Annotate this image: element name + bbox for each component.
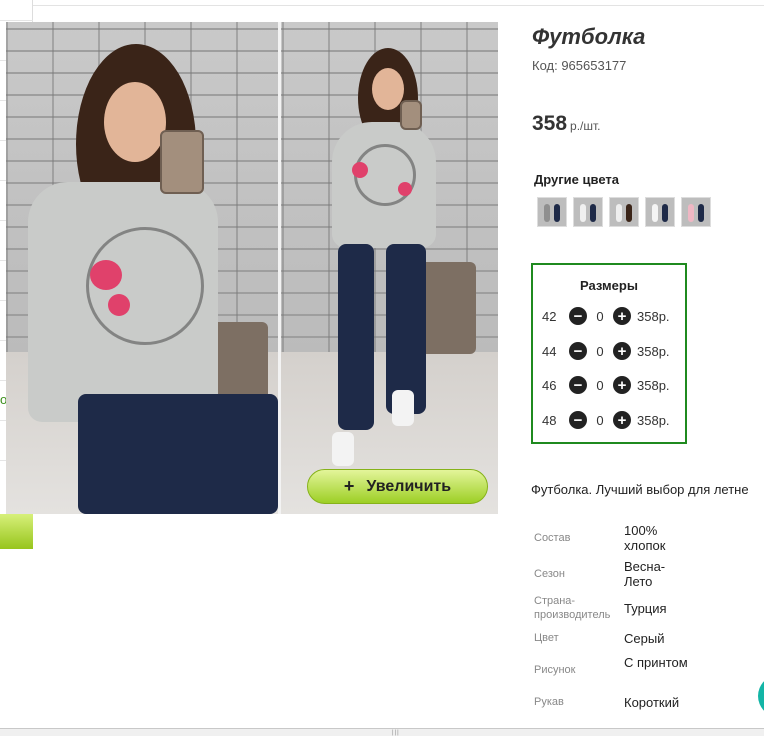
attr-value: С принтом xyxy=(624,655,688,670)
model-jeans-leg xyxy=(338,244,374,430)
plus-icon[interactable]: + xyxy=(613,307,631,325)
sidebar-divider xyxy=(0,20,33,21)
top-divider xyxy=(33,5,764,6)
attr-value: Весна-Лето xyxy=(624,559,666,589)
size-row: 48 − 0 + 358р. xyxy=(542,410,682,430)
product-page: o + Увеличить Футболка Код: 965653177 35… xyxy=(0,0,764,736)
size-label: 44 xyxy=(542,343,557,359)
plus-icon: + xyxy=(343,476,355,496)
size-label: 42 xyxy=(542,308,557,324)
quantity-value[interactable]: 0 xyxy=(587,413,613,428)
size-label: 46 xyxy=(542,377,557,393)
color-swatch-5[interactable] xyxy=(681,197,711,227)
minus-icon[interactable]: − xyxy=(569,307,587,325)
attr-label: Сезон xyxy=(534,568,565,580)
price-value: 358 xyxy=(532,112,568,135)
color-swatch-3[interactable] xyxy=(609,197,639,227)
color-swatches xyxy=(537,197,711,227)
model-jeans-leg xyxy=(386,244,426,414)
attr-label: Страна-производитель xyxy=(534,595,611,621)
size-row: 44 − 0 + 358р. xyxy=(542,341,682,361)
product-title: Футболка xyxy=(532,24,646,49)
model-sneaker xyxy=(332,432,354,466)
product-code: Код: 965653177 xyxy=(532,58,627,73)
price-unit: р./шт. xyxy=(570,119,601,133)
product-price: 358 р./шт. xyxy=(532,112,601,136)
attr-label: Рисунок xyxy=(534,664,576,676)
chat-widget-button[interactable] xyxy=(758,675,764,717)
quantity-value[interactable]: 0 xyxy=(587,344,613,359)
product-photo[interactable] xyxy=(6,22,498,514)
minus-icon[interactable]: − xyxy=(569,411,587,429)
attr-value: Короткий xyxy=(624,695,680,710)
zoom-button-label: Увеличить xyxy=(366,477,452,495)
zoom-button[interactable]: + Увеличить xyxy=(307,469,488,504)
print-rose xyxy=(352,162,368,178)
attr-value: Серый xyxy=(624,631,665,646)
size-price: 358р. xyxy=(637,377,670,393)
scrollbar-grip-icon[interactable]: ||| xyxy=(392,730,400,736)
quantity-value[interactable]: 0 xyxy=(587,378,613,393)
attr-label: Рукав xyxy=(534,696,564,708)
color-swatch-4[interactable] xyxy=(645,197,675,227)
print-rose xyxy=(90,260,122,290)
sidebar-green-button[interactable] xyxy=(0,514,33,549)
minus-icon[interactable]: − xyxy=(569,342,587,360)
other-colors-heading: Другие цвета xyxy=(534,172,619,187)
sizes-panel: Размеры 42 − 0 + 358р. 44 − 0 + 358р. 46… xyxy=(531,263,687,444)
color-swatch-1[interactable] xyxy=(537,197,567,227)
model-phone xyxy=(160,130,204,194)
product-description: Футболка. Лучший выбор для летне xyxy=(531,482,749,497)
size-price: 358р. xyxy=(637,343,670,359)
horizontal-scrollbar[interactable]: ||| xyxy=(0,728,764,736)
print-rose xyxy=(108,294,130,316)
model-phone xyxy=(400,100,422,130)
size-row: 42 − 0 + 358р. xyxy=(542,306,682,326)
photo-divider xyxy=(278,22,281,514)
minus-icon[interactable]: − xyxy=(569,376,587,394)
sizes-heading: Размеры xyxy=(580,278,638,293)
size-price: 358р. xyxy=(637,412,670,428)
plus-icon[interactable]: + xyxy=(613,342,631,360)
model-sneaker xyxy=(392,390,414,426)
model-face xyxy=(104,82,166,162)
attr-value: 100% хлопок xyxy=(624,523,666,553)
attr-label: Цвет xyxy=(534,632,559,644)
size-row: 46 − 0 + 358р. xyxy=(542,375,682,395)
print-rose xyxy=(398,182,412,196)
attr-label: Состав xyxy=(534,532,571,544)
model-jeans xyxy=(78,394,278,514)
size-price: 358р. xyxy=(637,308,670,324)
plus-icon[interactable]: + xyxy=(613,411,631,429)
plus-icon[interactable]: + xyxy=(613,376,631,394)
attr-value: Турция xyxy=(624,601,667,616)
color-swatch-2[interactable] xyxy=(573,197,603,227)
size-label: 48 xyxy=(542,412,557,428)
quantity-value[interactable]: 0 xyxy=(587,309,613,324)
